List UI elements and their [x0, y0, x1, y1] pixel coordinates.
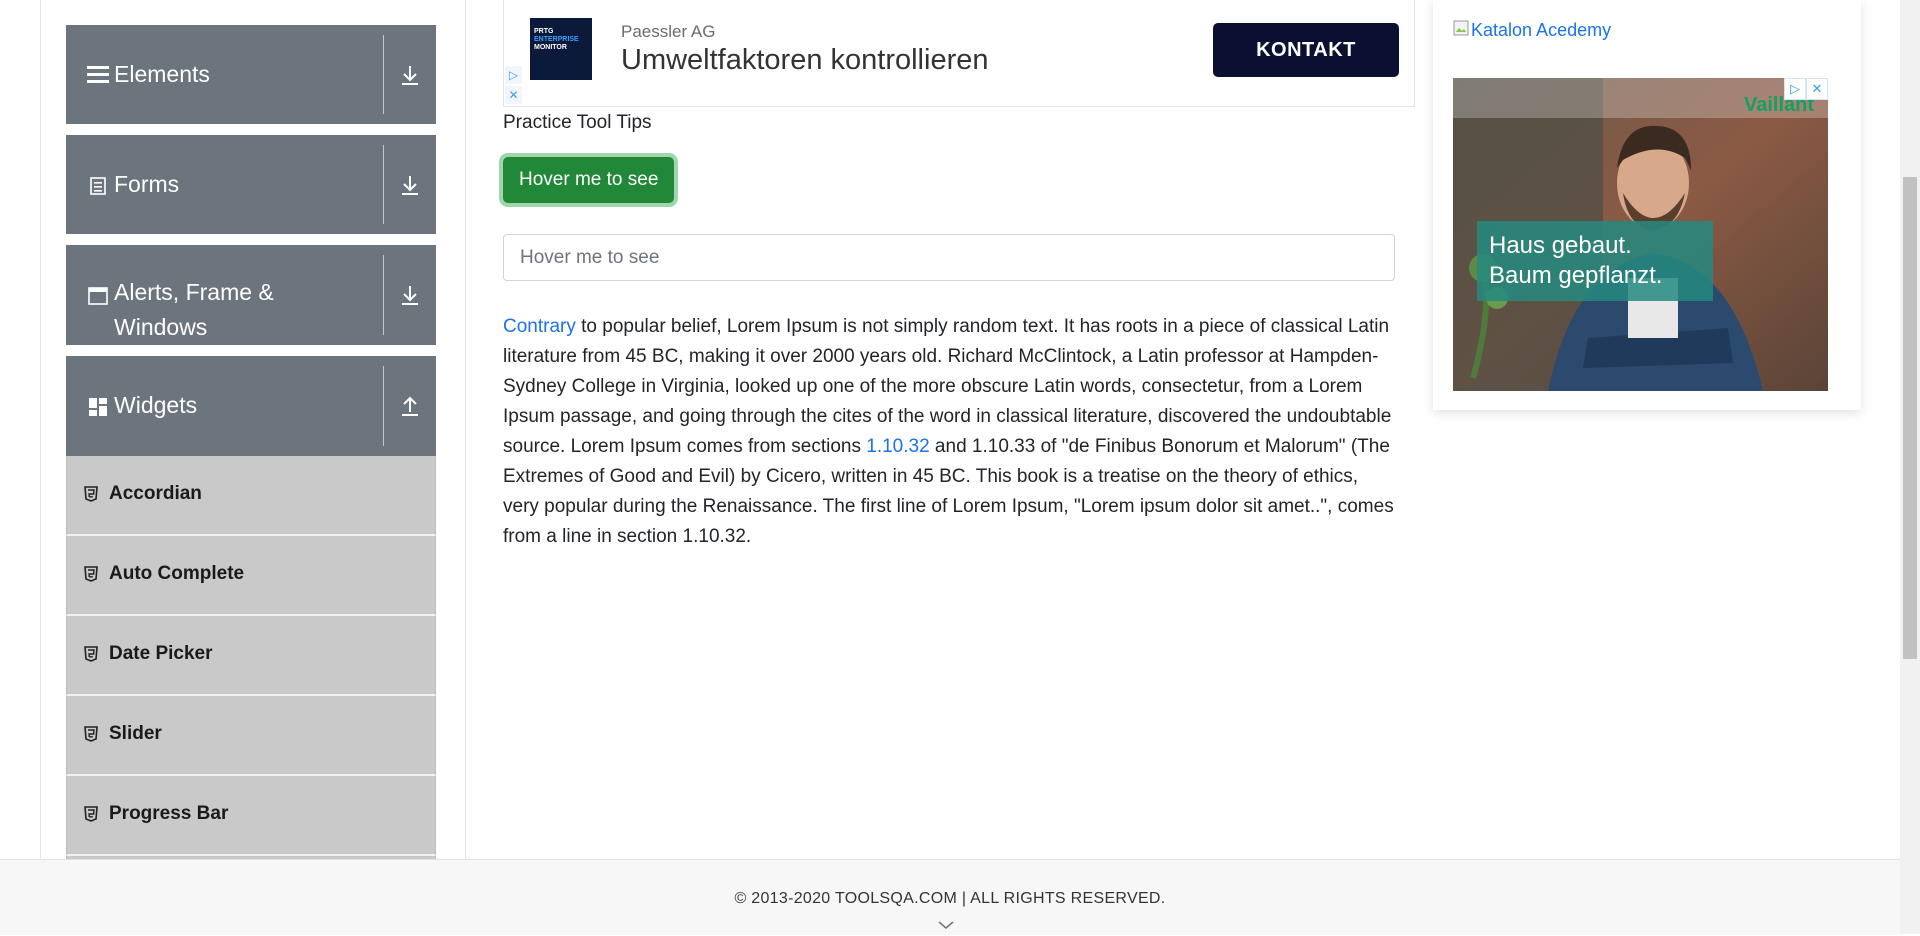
ad-close-icon[interactable]: ✕	[1806, 78, 1828, 100]
download-arrow-icon[interactable]	[394, 245, 426, 345]
download-arrow-icon[interactable]	[394, 25, 426, 124]
prtg-logo: PRTG ENTERPRISE MONITOR	[530, 18, 592, 80]
ad-slogan: Haus gebaut. Baum gepflanzt.	[1477, 221, 1713, 301]
divider	[383, 255, 384, 335]
group-label-widgets: Widgets	[114, 392, 198, 418]
group-label-forms: Forms	[114, 171, 180, 197]
hover-input[interactable]: Hover me to see	[503, 234, 1395, 281]
ad-choices[interactable]: ▷ ✕	[505, 66, 522, 106]
vaillant-ad-image[interactable]: Vaillant Haus gebaut. Baum gepflanzt. ▷ …	[1453, 78, 1828, 391]
sidebar-item-auto-complete[interactable]: Auto Complete	[66, 536, 436, 616]
right-ad: Katalon Acedemy Vaillant Haus gebaut. Ba…	[1433, 0, 1861, 410]
katalon-ad-link[interactable]: Katalon Acedemy	[1453, 20, 1611, 41]
vertical-scrollbar[interactable]	[1900, 0, 1920, 934]
sidebar-item-label: Progress Bar	[109, 803, 229, 824]
ad-controls[interactable]: ▷ ✕	[1784, 78, 1828, 100]
page-title: Practice Tool Tips	[503, 112, 652, 133]
contrary-link[interactable]: Contrary	[503, 316, 576, 337]
sidebar-item-slider[interactable]: Slider	[66, 696, 436, 776]
sidebar-item-accordian[interactable]: Accordian	[66, 456, 436, 536]
window-icon	[87, 285, 109, 307]
html5-icon	[84, 646, 100, 662]
ad-close-icon[interactable]: ✕	[505, 86, 522, 104]
footer: © 2013-2020 TOOLSQA.COM | ALL RIGHTS RES…	[0, 859, 1900, 935]
download-arrow-icon[interactable]	[394, 135, 426, 234]
group-elements[interactable]: Elements	[66, 25, 436, 124]
broken-image-icon	[1453, 20, 1469, 41]
upload-arrow-icon[interactable]	[394, 356, 426, 456]
logo-line: PRTG	[534, 28, 554, 35]
katalon-alt-text: Katalon Acedemy	[1471, 20, 1612, 40]
document-icon	[87, 175, 109, 197]
slogan-line: Baum gepflanzt.	[1489, 262, 1663, 289]
html5-icon	[84, 726, 100, 742]
sidebar-item-progress-bar[interactable]: Progress Bar	[66, 776, 436, 856]
ad-headline[interactable]: Umweltfaktoren kontrollieren	[621, 44, 988, 77]
html5-icon	[84, 486, 100, 502]
widgets-submenu: Accordian Auto Complete Date Picker Slid…	[66, 456, 436, 859]
grid-icon	[87, 396, 109, 418]
scrollbar-thumb[interactable]	[1903, 177, 1917, 659]
section-link[interactable]: 1.10.32	[866, 436, 929, 457]
hover-button[interactable]: Hover me to see	[503, 157, 675, 203]
adchoices-icon[interactable]: ▷	[1784, 78, 1806, 100]
group-label-elements: Elements	[114, 61, 210, 87]
copyright-text: © 2013-2020 TOOLSQA.COM | ALL RIGHTS RES…	[734, 890, 1166, 907]
kontakt-button[interactable]: KONTAKT	[1213, 23, 1399, 77]
divider	[383, 35, 384, 114]
group-label-alerts: Alerts, Frame & Windows	[114, 279, 274, 340]
left-sidebar: Elements Forms Alerts, Frame & Windows W…	[40, 0, 466, 859]
html5-icon	[84, 566, 100, 582]
sidebar-item-date-picker[interactable]: Date Picker	[66, 616, 436, 696]
logo-line: MONITOR	[534, 44, 567, 51]
adchoices-icon[interactable]: ▷	[505, 66, 522, 84]
sidebar-item-label: Date Picker	[109, 643, 213, 664]
divider	[383, 145, 384, 224]
group-alerts-frame-windows[interactable]: Alerts, Frame & Windows	[66, 245, 436, 345]
group-widgets[interactable]: Widgets	[66, 356, 436, 456]
page: Elements Forms Alerts, Frame & Windows W…	[0, 0, 1900, 859]
hover-button-wrapper: Hover me to see	[503, 157, 1179, 203]
group-forms[interactable]: Forms	[66, 135, 436, 234]
logo-line: ENTERPRISE	[534, 36, 579, 43]
slogan-line: Haus gebaut.	[1489, 232, 1632, 259]
html5-icon	[84, 806, 100, 822]
chevron-down-icon[interactable]	[937, 918, 955, 936]
sidebar-item-label: Slider	[109, 723, 162, 744]
top-banner-ad[interactable]: PRTG ENTERPRISE MONITOR Paessler AG Umwe…	[503, 0, 1415, 107]
divider	[383, 366, 384, 446]
lorem-paragraph: Contrary to popular belief, Lorem Ipsum …	[503, 312, 1395, 552]
sidebar-item-label: Auto Complete	[109, 563, 245, 584]
ad-company: Paessler AG	[621, 22, 716, 41]
hamburger-icon	[87, 63, 109, 85]
sidebar-item-label: Accordian	[109, 483, 202, 504]
